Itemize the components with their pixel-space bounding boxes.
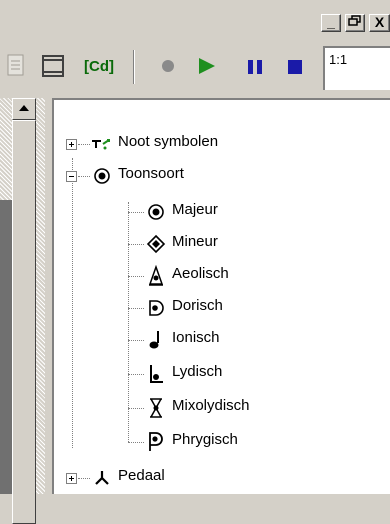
tree-branch (128, 308, 144, 309)
frame-icon[interactable] (40, 52, 66, 85)
tree-item-dorisch[interactable]: Dorisch (146, 297, 376, 319)
collapse-icon[interactable] (66, 171, 77, 182)
tree-item-ionisch[interactable]: Ionisch (146, 329, 376, 351)
record-icon[interactable] (160, 58, 176, 79)
tree-item-noot-symbolen[interactable]: Noot symbolen (66, 133, 386, 155)
scrollbar-thumb[interactable] (12, 120, 36, 524)
scroll-up-button[interactable] (12, 98, 36, 120)
close-button[interactable]: X (369, 14, 390, 32)
scrollbar-shadow (0, 200, 12, 494)
tree-branch (128, 212, 144, 213)
tree-item-label: Majeur (172, 201, 218, 218)
key-circle-icon (92, 166, 112, 186)
tree-branch (128, 442, 144, 443)
tree-view: Noot symbolen Toonsoort Majeur Mineur Ae… (52, 98, 390, 494)
window-controls-strip: _ X (0, 0, 390, 34)
tree-item-mixolydisch[interactable]: Mixolydisch (146, 397, 376, 419)
tree-branch (128, 408, 144, 409)
restore-icon (348, 14, 362, 30)
expand-icon[interactable] (66, 473, 77, 484)
tree-item-label: Toonsoort (118, 165, 184, 182)
tree-branch (128, 276, 144, 277)
tree-item-mineur[interactable]: Mineur (146, 233, 376, 255)
tree-item-label: Mineur (172, 233, 218, 250)
tree-item-pedaal[interactable]: Pedaal (66, 467, 386, 489)
tree-item-lydisch[interactable]: Lydisch (146, 363, 376, 385)
note-symbols-icon (90, 134, 110, 154)
ionian-icon (146, 329, 166, 349)
tree-line-root (72, 158, 73, 448)
phrygian-icon (146, 431, 166, 451)
tree-item-label: Phrygisch (172, 431, 238, 448)
toolbar-separator (133, 50, 135, 84)
lydian-icon (146, 363, 166, 383)
tree-item-label: Lydisch (172, 363, 223, 380)
mixolydian-icon (146, 397, 166, 418)
play-icon[interactable] (196, 56, 218, 81)
tree-item-aeolisch[interactable]: Aeolisch (146, 264, 376, 287)
tree-item-majeur[interactable]: Majeur (146, 201, 376, 223)
dorian-icon (146, 298, 166, 318)
tree-item-label: Aeolisch (172, 265, 229, 282)
tree-branch (128, 340, 144, 341)
pause-icon[interactable] (246, 58, 264, 81)
expand-icon[interactable] (66, 139, 77, 150)
minor-icon (146, 234, 166, 254)
aeolian-icon (146, 264, 166, 286)
tree-item-label: Dorisch (172, 297, 223, 314)
tree-item-label: Noot symbolen (118, 133, 219, 150)
tree-item-toonsoort[interactable]: Toonsoort (66, 165, 386, 187)
cd-button[interactable]: [Cd] (84, 58, 114, 75)
tree-item-phrygisch[interactable]: Phrygisch (146, 431, 376, 453)
stop-icon[interactable] (286, 58, 304, 81)
tree-branch (128, 374, 144, 375)
tree-line-toonsoort (128, 202, 129, 442)
major-icon (146, 202, 166, 222)
page-icon[interactable] (5, 52, 27, 83)
minimize-button[interactable]: _ (321, 14, 341, 32)
tree-item-label: Mixolydisch (172, 397, 250, 414)
tree-branch (128, 244, 144, 245)
tree-item-label: Ionisch (172, 329, 220, 346)
zoom-field[interactable]: 1:1 (323, 46, 390, 90)
restore-button[interactable] (345, 14, 365, 32)
tree-item-label: Pedaal (118, 467, 165, 484)
pedal-icon (92, 468, 112, 488)
vertical-scrollbar[interactable] (0, 98, 45, 524)
